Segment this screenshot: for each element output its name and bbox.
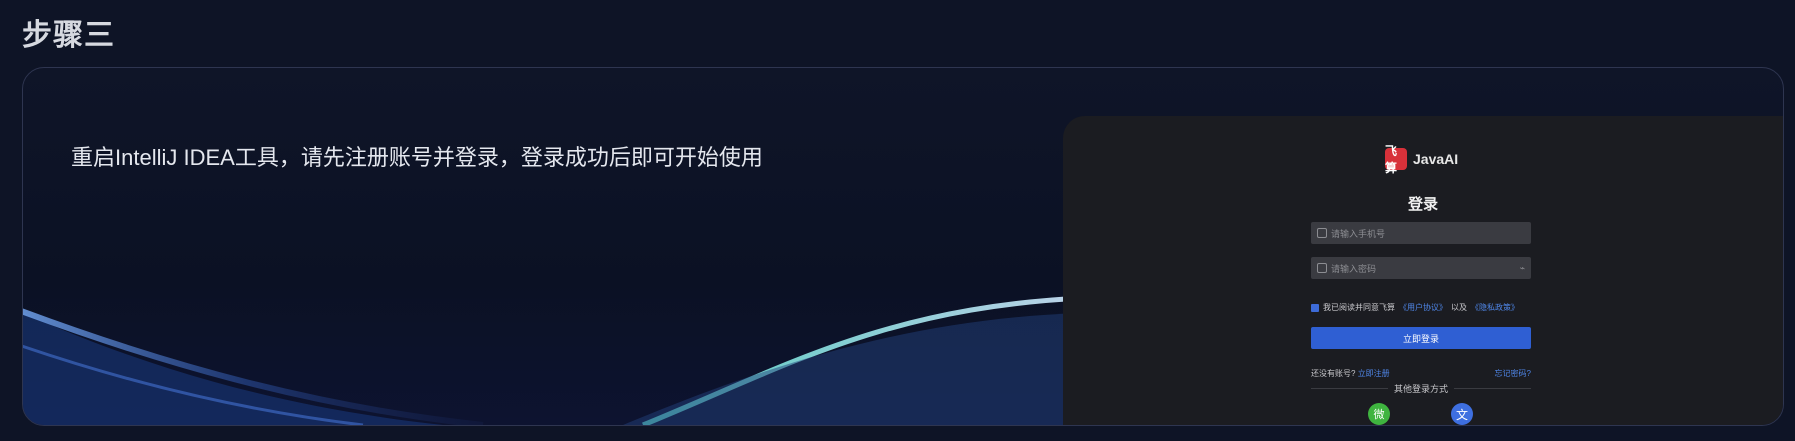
- agree-prefix: 我已阅读并同意飞算: [1323, 303, 1395, 312]
- eye-off-icon[interactable]: ⌁: [1520, 263, 1525, 274]
- login-title: 登录: [1407, 196, 1438, 213]
- wechat-login-icon[interactable]: 微: [1368, 403, 1390, 425]
- other-login-divider: 其他登录方式: [1311, 382, 1532, 395]
- user-icon: [1317, 228, 1327, 238]
- password-placeholder: 请输入密码: [1331, 263, 1377, 274]
- lock-icon: [1317, 263, 1327, 273]
- agreement-row: 我已阅读并同意飞算 《用户协议》 以及 《隐私政策》: [1311, 302, 1519, 313]
- alt-login-icon[interactable]: 文: [1451, 403, 1473, 425]
- phone-placeholder: 请输入手机号: [1331, 228, 1386, 239]
- user-agreement-link[interactable]: 《用户协议》: [1399, 302, 1447, 313]
- agree-and: 以及: [1451, 303, 1467, 312]
- register-link[interactable]: 立即注册: [1358, 369, 1390, 378]
- divider-line: [1454, 388, 1532, 389]
- privacy-policy-link[interactable]: 《隐私政策》: [1471, 302, 1519, 313]
- brand-logo-icon: 飞算: [1385, 144, 1407, 175]
- step-card: 重启IntelliJ IDEA工具，请先注册账号并登录，登录成功后即可开始使用 …: [22, 67, 1784, 426]
- brand-name: JavaAI: [1413, 151, 1459, 167]
- password-input[interactable]: 请输入密码 ⌁: [1311, 257, 1531, 279]
- phone-input[interactable]: 请输入手机号: [1311, 222, 1531, 244]
- agree-checkbox[interactable]: [1311, 303, 1319, 312]
- other-login-label: 其他登录方式: [1394, 384, 1449, 394]
- divider-line: [1311, 388, 1388, 389]
- register-row: 还没有账号? 立即注册 忘记密码?: [1311, 368, 1531, 379]
- step-description: 重启IntelliJ IDEA工具，请先注册账号并登录，登录成功后即可开始使用: [71, 145, 763, 170]
- brand: 飞算 JavaAI: [1385, 144, 1459, 175]
- forgot-password-link[interactable]: 忘记密码?: [1495, 368, 1531, 379]
- login-button[interactable]: 立即登录: [1311, 327, 1531, 349]
- no-account-text: 还没有账号?: [1311, 369, 1356, 378]
- login-screenshot: 飞算 JavaAI 登录 请输入手机号 请输入密码 ⌁ 我已阅读并同意飞算 《用…: [1063, 116, 1783, 425]
- step-title: 步骤三: [22, 19, 115, 52]
